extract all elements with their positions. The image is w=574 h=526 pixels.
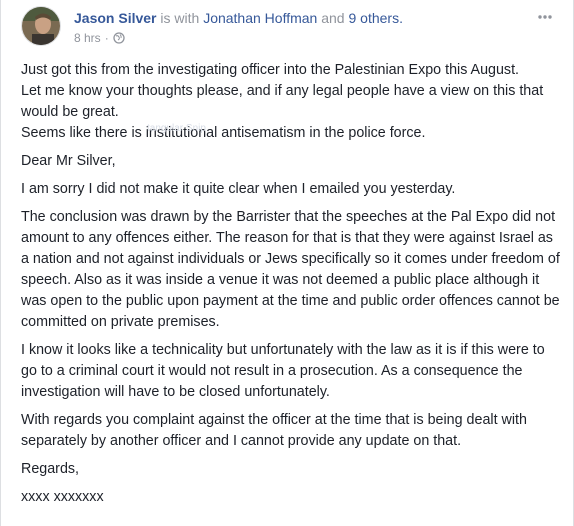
post-paragraph-technicality: I know it looks like a technicality but … xyxy=(21,342,545,400)
snip-overlay-text: tangular Snip xyxy=(147,123,206,134)
post-paragraph-conclusion: The conclusion was drawn by the Barriste… xyxy=(21,209,560,330)
avatar[interactable] xyxy=(21,6,61,46)
others-link[interactable]: 9 others. xyxy=(348,10,402,26)
with-text: is with xyxy=(160,10,200,26)
intro-line-3: Seems like there is institutional antise… xyxy=(21,125,426,141)
post-header-text: Jason Silver is with Jonathan Hoffman an… xyxy=(74,9,403,27)
intro-line-1: Just got this from the investigating off… xyxy=(21,62,520,78)
post-timestamp[interactable]: 8 hrs xyxy=(74,30,101,46)
facebook-post: Jason Silver is with Jonathan Hoffman an… xyxy=(0,0,574,526)
post-paragraph-greeting: Dear Mr Silver, xyxy=(21,153,116,169)
post-paragraph-regards: Regards, xyxy=(21,461,80,477)
post-body: Just got this from the investigating off… xyxy=(21,60,561,515)
meta-separator: · xyxy=(104,31,109,45)
more-options-icon[interactable] xyxy=(535,10,555,22)
post-paragraph-signature: xxxx xxxxxxx xyxy=(21,489,104,505)
post-paragraph-intro: Just got this from the investigating off… xyxy=(21,60,561,144)
post-meta: 8 hrs · xyxy=(74,30,125,46)
and-text: and xyxy=(321,10,345,26)
author-name-link[interactable]: Jason Silver xyxy=(74,10,157,26)
post-paragraph-apology: I am sorry I did not make it quite clear… xyxy=(21,181,456,197)
tagged-user-link[interactable]: Jonathan Hoffman xyxy=(203,10,317,26)
post-paragraph-complaint: With regards you complaint against the o… xyxy=(21,412,527,449)
globe-icon[interactable] xyxy=(113,32,125,44)
post-header: Jason Silver is with Jonathan Hoffman an… xyxy=(21,6,561,50)
intro-line-2: Let me know your thoughts please, and if… xyxy=(21,83,544,120)
